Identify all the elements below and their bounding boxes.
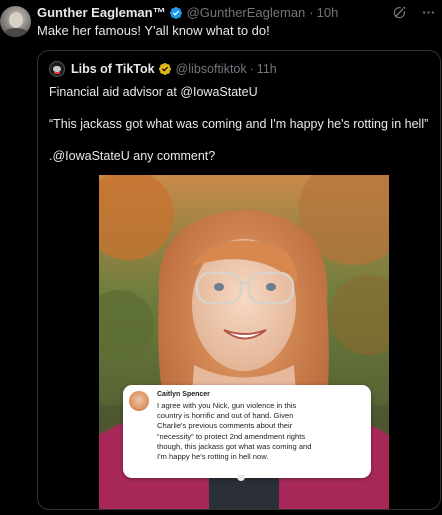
quoted-tweet[interactable]: Libs of TikTok @libsoftiktok · 11h Finan… <box>37 50 441 510</box>
comment-line: country is horrific and out of hand. Giv… <box>157 411 294 421</box>
tweet[interactable]: Gunther Eagleman™ @GuntherEagleman · 10h… <box>0 0 442 515</box>
author-display-name[interactable]: Gunther Eagleman™ <box>37 5 166 21</box>
quoted-author-avatar[interactable] <box>49 61 65 77</box>
quoted-text-line: “This jackass got what was coming and I'… <box>49 117 429 131</box>
gold-verified-badge-icon <box>158 63 171 75</box>
comment-line: “necessity” to protect 2nd amendment rig… <box>157 431 306 441</box>
more-icon[interactable] <box>421 5 436 20</box>
comment-line: I agree with you Nick, gun violence in t… <box>157 401 297 410</box>
comment-text: I agree with you Nick, gun violence in t… <box>157 401 362 462</box>
comment-line: Charlie's previous comments about their <box>157 421 293 431</box>
commenter-name: Caitlyn Spencer <box>157 391 210 398</box>
quoted-text-line: .@IowaStateU any comment? <box>49 149 216 163</box>
tweet-text: Make her famous! Y'all know what to do! <box>37 23 270 38</box>
comment-line: though, this jackass got what was coming… <box>157 441 312 451</box>
comment-screenshot: Caitlyn Spencer I agree with you Nick, g… <box>123 385 371 481</box>
quoted-author-handle[interactable]: @libsoftiktok <box>176 61 247 77</box>
comment-line: I'm happy he's rotting in hell now. <box>157 452 269 462</box>
quoted-tweet-text: Financial aid advisor at @IowaStateU “Th… <box>49 84 434 164</box>
quoted-tweet-timestamp[interactable]: 11h <box>257 61 277 77</box>
author-avatar[interactable] <box>0 6 31 37</box>
commenter-avatar <box>129 391 149 411</box>
separator-dot: · <box>309 5 314 20</box>
quoted-text-line: Financial aid advisor at @IowaStateU <box>49 85 258 99</box>
grok-icon[interactable] <box>392 5 407 20</box>
quoted-tweet-header: Libs of TikTok @libsoftiktok · 11h <box>49 61 277 77</box>
tweet-actions <box>392 5 436 20</box>
tweet-header: Gunther Eagleman™ @GuntherEagleman · 10h <box>37 5 338 21</box>
verified-badge-icon <box>169 7 182 19</box>
quoted-media-image[interactable]: Caitlyn Spencer I agree with you Nick, g… <box>99 175 389 509</box>
separator-dot: · <box>249 62 254 76</box>
author-handle[interactable]: @GuntherEagleman <box>187 5 306 21</box>
quoted-author-display-name[interactable]: Libs of TikTok <box>71 61 155 77</box>
tweet-timestamp[interactable]: 10h <box>317 5 339 21</box>
